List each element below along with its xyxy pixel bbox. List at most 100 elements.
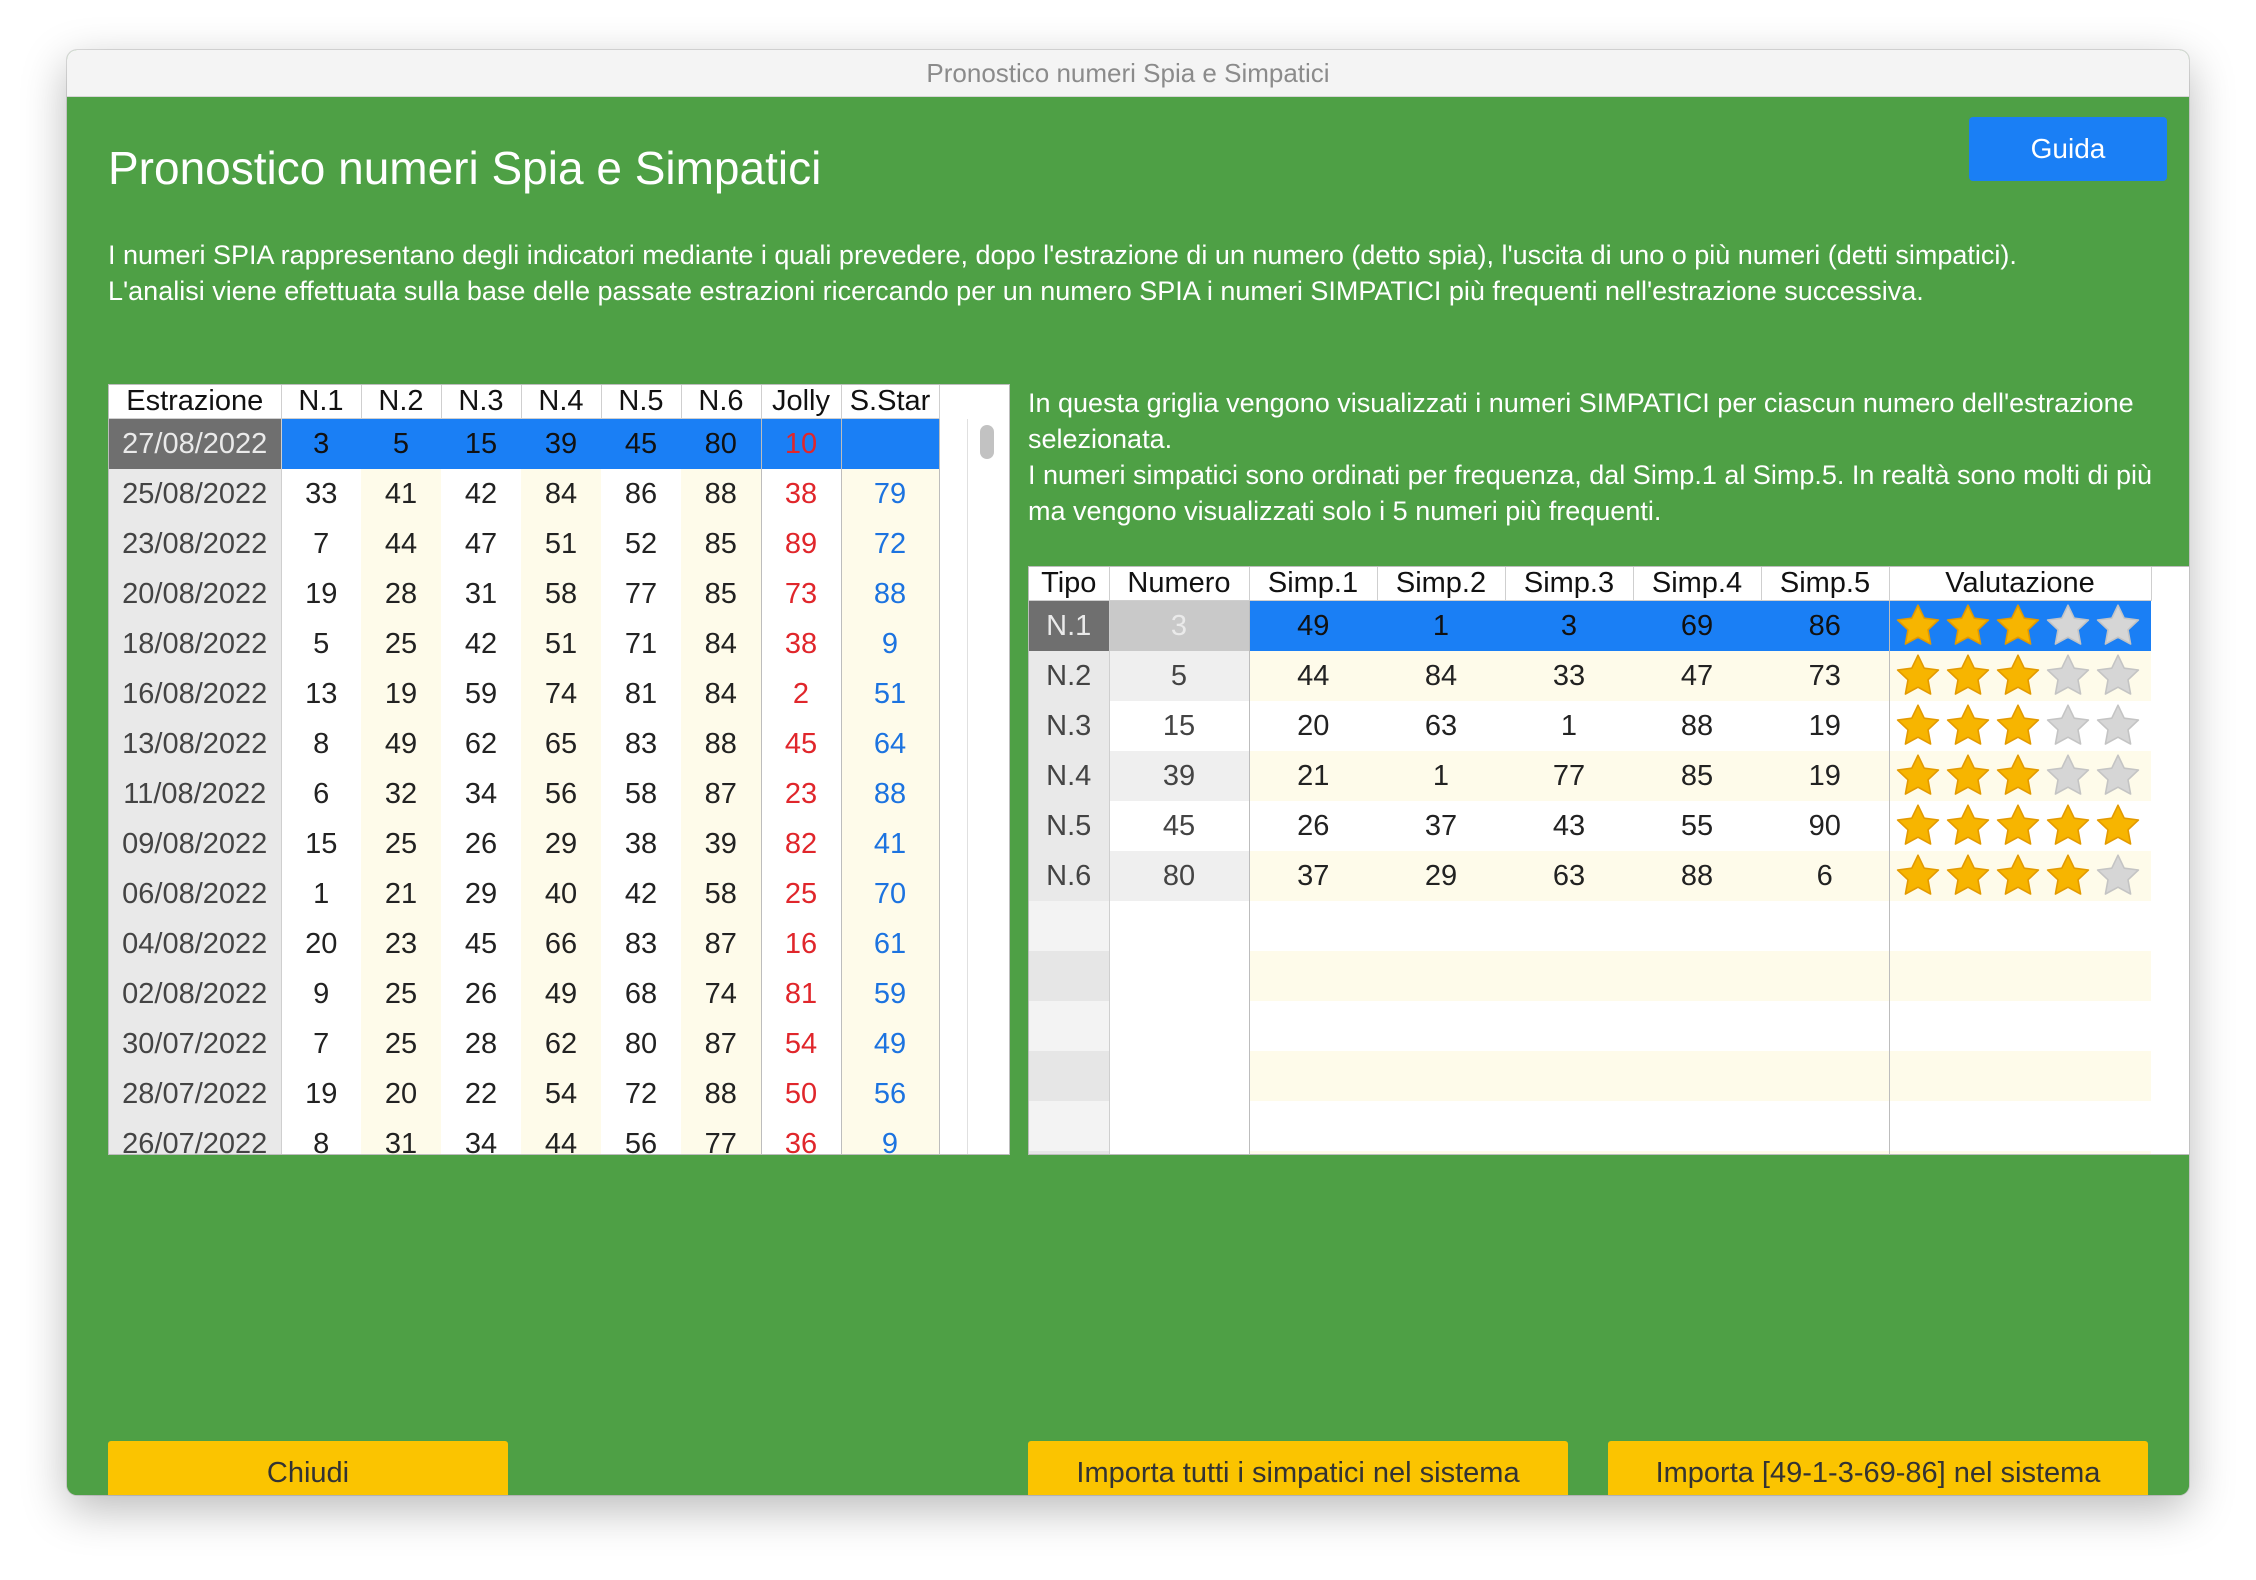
number-cell: 83 [601, 919, 681, 969]
draw-row[interactable]: 13/08/2022 8 49 62 65 83 88 45 64 [109, 719, 940, 769]
column-header[interactable]: N.1 [281, 385, 362, 419]
close-button[interactable]: Chiudi [108, 1441, 508, 1495]
empty-cell [1108, 1051, 1250, 1101]
simpatico-cell: 44 [1249, 651, 1377, 701]
draws-grid[interactable]: Estrazione N.1 N.2 N.3 N.4 N.5 N.6 Jolly S.Star … [108, 384, 1010, 1155]
simpatici-grid[interactable]: Tipo Numero Simp.1 Simp.2 Simp.3 Simp.4 Simp.5… [1028, 566, 2189, 1155]
column-header[interactable]: Simp.5 [1761, 567, 1890, 601]
column-header[interactable]: Jolly [761, 385, 842, 419]
simpatico-cell: 26 [1249, 801, 1377, 851]
draws-scrollbar-thumb[interactable] [980, 425, 994, 459]
superstar-cell: 88 [841, 569, 940, 619]
window-titlebar: Pronostico numeri Spia e Simpatici [67, 50, 2189, 97]
draw-date: 30/07/2022 [109, 1019, 282, 1069]
column-header[interactable]: Simp.2 [1377, 567, 1506, 601]
simpatici-row[interactable]: N.2 5 44 84 33 47 73 [1029, 651, 2151, 701]
number-cell: 72 [601, 1069, 681, 1119]
number-cell: 88 [681, 469, 761, 519]
column-header[interactable]: N.4 [521, 385, 602, 419]
superstar-cell: 51 [841, 669, 940, 719]
superstar-cell: 59 [841, 969, 940, 1019]
simpatico-cell: 73 [1761, 651, 1889, 701]
number-cell: 25 [361, 969, 441, 1019]
simpatici-row[interactable]: N.6 80 37 29 63 88 6 [1029, 851, 2151, 901]
draw-row[interactable]: 18/08/2022 5 25 42 51 71 84 38 9 [109, 619, 940, 669]
number-cell: 74 [681, 969, 761, 1019]
column-header[interactable]: N.5 [601, 385, 682, 419]
star-empty-icon [2096, 704, 2139, 745]
number-cell: 58 [601, 769, 681, 819]
draw-row[interactable]: 16/08/2022 13 19 59 74 81 84 2 51 [109, 669, 940, 719]
number-cell: 80 [601, 1019, 681, 1069]
number-cell: 25 [361, 819, 441, 869]
column-header[interactable]: Tipo [1029, 567, 1110, 601]
import-selected-button[interactable]: Importa [49-1-3-69-86] nel sistema [1608, 1441, 2148, 1495]
column-header[interactable]: Simp.4 [1633, 567, 1762, 601]
guide-button[interactable]: Guida [1969, 117, 2167, 181]
number-cell: 31 [361, 1119, 441, 1154]
number-cell: 13 [281, 669, 361, 719]
number-cell: 3 [281, 418, 361, 469]
column-header[interactable]: Estrazione [109, 385, 282, 419]
draw-row[interactable]: 25/08/2022 33 41 42 84 86 88 38 79 [109, 469, 940, 519]
draw-row[interactable]: 26/07/2022 8 31 34 44 56 77 36 9 [109, 1119, 940, 1154]
draw-row[interactable]: 09/08/2022 15 25 26 29 38 39 82 41 [109, 819, 940, 869]
empty-row [1029, 1151, 2151, 1154]
draw-row[interactable]: 28/07/2022 19 20 22 54 72 88 50 56 [109, 1069, 940, 1119]
empty-cell [1505, 1151, 1633, 1154]
simpatici-row[interactable]: N.1 3 49 1 3 69 86 [1029, 600, 2151, 651]
column-header[interactable]: N.3 [441, 385, 522, 419]
superstar-cell: 79 [841, 469, 940, 519]
column-header[interactable]: Simp.1 [1249, 567, 1378, 601]
simpatici-description: In questa griglia vengono visualizzati i… [1028, 385, 2158, 529]
empty-cell [1633, 1101, 1761, 1151]
draws-scrollbar[interactable] [967, 419, 1008, 1154]
number-cell: 68 [601, 969, 681, 1019]
simpatico-cell: 1 [1377, 751, 1505, 801]
superstar-cell: 9 [841, 1119, 940, 1154]
draw-row[interactable]: 02/08/2022 9 25 26 49 68 74 81 59 [109, 969, 940, 1019]
number-cell: 19 [361, 669, 441, 719]
number-cell: 84 [681, 619, 761, 669]
draw-row[interactable]: 30/07/2022 7 25 28 62 80 87 54 49 [109, 1019, 940, 1069]
column-header[interactable]: Numero [1109, 567, 1250, 601]
simpatici-row[interactable]: N.3 15 20 63 1 88 19 [1029, 701, 2151, 751]
number-cell: 38 [601, 819, 681, 869]
column-header[interactable]: S.Star [841, 385, 940, 419]
empty-cell [1108, 901, 1250, 951]
import-all-button[interactable]: Importa tutti i simpatici nel sistema [1028, 1441, 1568, 1495]
number-cell: 28 [441, 1019, 521, 1069]
draw-row[interactable]: 06/08/2022 1 21 29 40 42 58 25 70 [109, 869, 940, 919]
simpatici-row[interactable]: N.4 39 21 1 77 85 19 [1029, 751, 2151, 801]
number-cell: 52 [601, 519, 681, 569]
column-header[interactable]: N.2 [361, 385, 442, 419]
empty-cell [1888, 1001, 2151, 1051]
star-filled-icon [1946, 854, 1989, 895]
rating-cell [1888, 751, 2151, 801]
column-header[interactable]: N.6 [681, 385, 762, 419]
number-cell: 34 [441, 769, 521, 819]
empty-cell [1249, 1001, 1377, 1051]
column-header[interactable]: Simp.3 [1505, 567, 1634, 601]
simpatici-row[interactable]: N.5 45 26 37 43 55 90 [1029, 801, 2151, 851]
column-header[interactable]: Valutazione [1889, 567, 2152, 601]
draw-row[interactable]: 11/08/2022 6 32 34 56 58 87 23 88 [109, 769, 940, 819]
number-cell: 62 [441, 719, 521, 769]
star-empty-icon [2096, 604, 2139, 645]
draw-row[interactable]: 20/08/2022 19 28 31 58 77 85 73 88 [109, 569, 940, 619]
number-cell: 22 [441, 1069, 521, 1119]
empty-cell [1029, 901, 1110, 951]
rating-stars [1890, 601, 2151, 651]
draw-row[interactable]: 27/08/2022 3 5 15 39 45 80 10 [109, 418, 940, 469]
draw-row[interactable]: 23/08/2022 7 44 47 51 52 85 89 72 [109, 519, 940, 569]
empty-cell [1505, 1051, 1633, 1101]
draw-row[interactable]: 04/08/2022 20 23 45 66 83 87 16 61 [109, 919, 940, 969]
jolly-cell: 54 [760, 1019, 842, 1069]
superstar-cell: 88 [841, 769, 940, 819]
number-cell: 19 [281, 1069, 361, 1119]
number-cell: 77 [601, 569, 681, 619]
empty-cell [1633, 1001, 1761, 1051]
number-cell: 25 [361, 619, 441, 669]
number-cell: 21 [361, 869, 441, 919]
jolly-cell: 73 [760, 569, 842, 619]
